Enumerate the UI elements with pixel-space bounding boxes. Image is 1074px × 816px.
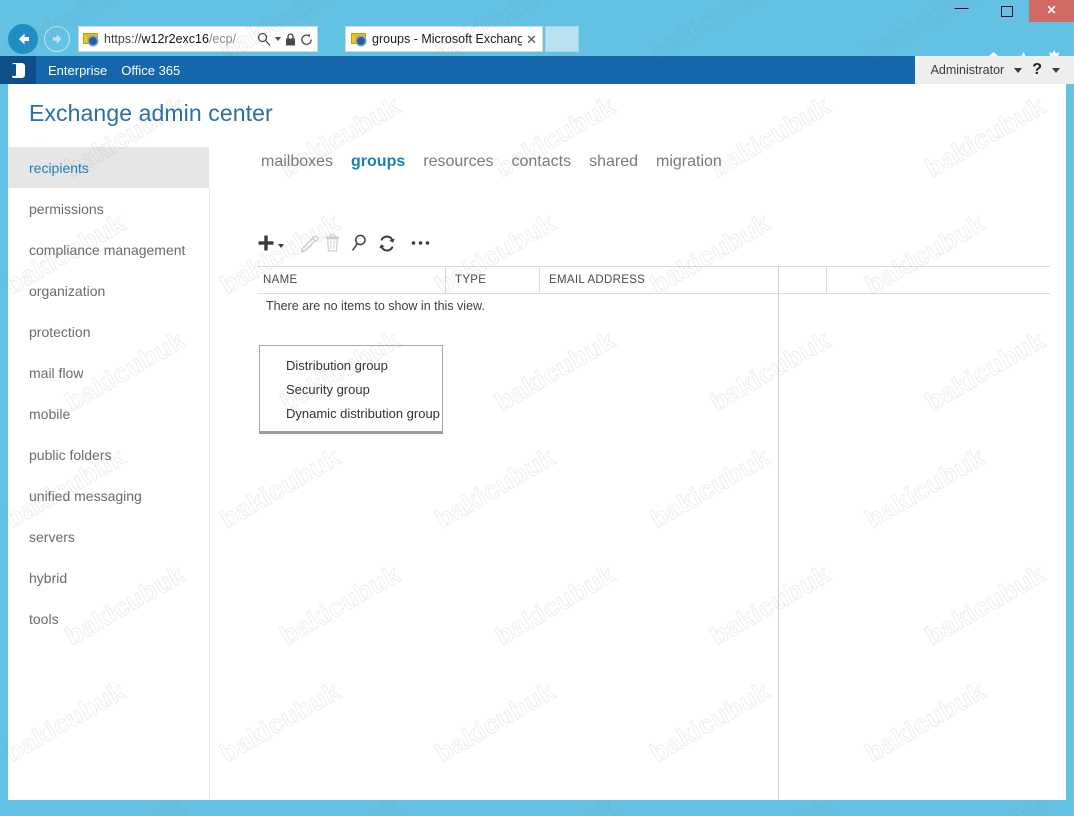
- refresh-button[interactable]: [378, 230, 396, 256]
- sidebar-item-label: unified messaging: [29, 487, 142, 504]
- address-bar[interactable]: https://w12r2exc16/ecp/: [78, 26, 318, 52]
- sidebar-item-protection[interactable]: protection: [8, 311, 209, 352]
- pencil-icon: [300, 235, 319, 253]
- chevron-down-icon[interactable]: [275, 37, 281, 41]
- suite-bar-right: Administrator ?: [914, 56, 1074, 84]
- url-scheme: https://: [104, 32, 142, 46]
- grid-column-header[interactable]: [826, 267, 1066, 293]
- suite-link-enterprise[interactable]: Enterprise: [48, 63, 107, 78]
- sidebar-item-recipients[interactable]: recipients: [8, 147, 209, 188]
- user-chevron-down-icon[interactable]: [1014, 67, 1023, 73]
- sidebar-item-label: mobile: [29, 405, 71, 422]
- recipient-tabs: mailboxes groups resources contacts shared mi…: [261, 153, 722, 171]
- tab-groups[interactable]: groups: [351, 153, 405, 171]
- window-controls: — ✕: [939, 0, 1074, 22]
- sidebar-item-label: tools: [29, 610, 59, 627]
- office365-suite-bar: Enterprise Office 365 Administrator ?: [0, 56, 1074, 84]
- window-title-bar: — ✕: [0, 0, 1074, 22]
- refresh-icon: [379, 234, 395, 252]
- new-tab-button[interactable]: [545, 26, 579, 52]
- help-chevron-down-icon[interactable]: [1052, 67, 1060, 73]
- tab-mailboxes[interactable]: mailboxes: [261, 153, 333, 171]
- sidebar-item-mail-flow[interactable]: mail flow: [8, 352, 209, 393]
- sidebar-item-label: hybrid: [29, 569, 68, 586]
- grid-column-header[interactable]: EMAIL ADDRESS: [539, 267, 826, 293]
- groups-grid: NAME TYPE EMAIL ADDRESS There are no items…: [257, 266, 1050, 313]
- forward-button[interactable]: [44, 26, 70, 52]
- forward-arrow-icon: [52, 34, 61, 44]
- browser-nav-bar: https://w12r2exc16/ecp/ groups - Microso…: [0, 22, 1074, 65]
- grid-column-header[interactable]: NAME: [257, 267, 445, 293]
- grid-column-header[interactable]: TYPE: [445, 267, 539, 293]
- tab-close-icon[interactable]: ✕: [522, 33, 537, 46]
- tab-shared[interactable]: shared: [589, 153, 638, 171]
- new-group-menu: Distribution group Security group Dynamic …: [259, 345, 443, 434]
- new-chevron-down-icon: [278, 244, 284, 248]
- url-host: w12r2exc16: [141, 32, 209, 46]
- menu-item-security-group[interactable]: Security group: [260, 377, 442, 401]
- sidebar-item-organization[interactable]: organization: [8, 270, 209, 311]
- sidebar-item-compliance-management[interactable]: compliance management: [8, 229, 209, 270]
- new-button[interactable]: [257, 230, 284, 256]
- minimize-button[interactable]: —: [939, 0, 984, 22]
- tab-resources[interactable]: resources: [423, 153, 493, 171]
- magnifier-icon: [351, 234, 366, 251]
- help-icon[interactable]: ?: [1032, 62, 1042, 78]
- edit-button[interactable]: [300, 230, 319, 256]
- sidebar-item-unified-messaging[interactable]: unified messaging: [8, 475, 209, 516]
- details-pane-divider: [778, 266, 779, 800]
- office-logo-icon[interactable]: [0, 56, 36, 84]
- sidebar-item-label: organization: [29, 282, 106, 299]
- close-icon: ✕: [1046, 3, 1057, 17]
- back-arrow-icon: [18, 33, 29, 45]
- plus-icon: [258, 235, 274, 251]
- refresh-icon[interactable]: [300, 33, 313, 46]
- search-icon[interactable]: [257, 32, 271, 46]
- ellipsis-icon: [411, 241, 430, 245]
- back-button[interactable]: [8, 24, 38, 54]
- sidebar-item-label: servers: [29, 528, 75, 545]
- suite-link-office365[interactable]: Office 365: [121, 63, 180, 78]
- lock-icon: [286, 32, 295, 45]
- url-path: /ecp/: [208, 32, 237, 46]
- close-button[interactable]: ✕: [1029, 0, 1074, 22]
- sidebar-item-label: recipients: [29, 159, 89, 176]
- search-button[interactable]: [351, 230, 368, 256]
- trash-icon: [326, 234, 339, 252]
- user-menu-label[interactable]: Administrator: [931, 63, 1005, 77]
- browser-tab[interactable]: groups - Microsoft Exchange ✕: [345, 26, 543, 52]
- browser-window: — ✕ https://w12r2exc16/ecp/ groups - Mic…: [0, 0, 1074, 816]
- grid-header-row: NAME TYPE EMAIL ADDRESS: [257, 266, 1050, 294]
- sidebar-item-label: mail flow: [29, 364, 84, 381]
- sidebar-item-permissions[interactable]: permissions: [8, 188, 209, 229]
- grid-toolbar: [257, 230, 437, 256]
- sidebar-item-label: compliance management: [29, 241, 186, 258]
- sidebar-item-mobile[interactable]: mobile: [8, 393, 209, 434]
- sidebar-item-label: protection: [29, 323, 91, 340]
- maximize-icon: [1000, 5, 1013, 17]
- sidebar-item-public-folders[interactable]: public folders: [8, 434, 209, 475]
- delete-button[interactable]: [325, 230, 340, 256]
- address-bar-icons: [257, 32, 313, 46]
- tab-migration[interactable]: migration: [656, 153, 722, 171]
- tab-title: groups - Microsoft Exchange: [372, 32, 523, 46]
- exchange-favicon: [83, 32, 99, 46]
- minimize-icon: —: [954, 0, 969, 15]
- tab-favicon: [351, 32, 367, 46]
- sidebar-item-servers[interactable]: servers: [8, 516, 209, 557]
- sidebar-item-hybrid[interactable]: hybrid: [8, 557, 209, 598]
- sidebar-item-label: permissions: [29, 200, 104, 217]
- menu-item-dynamic-distribution-group[interactable]: Dynamic distribution group: [260, 401, 442, 425]
- maximize-button[interactable]: [984, 0, 1029, 22]
- page-body: Exchange admin center recipients permissi…: [8, 84, 1066, 800]
- grid-empty-message: There are no items to show in this view.: [266, 299, 485, 313]
- sidebar-nav: recipients permissions compliance manageme…: [8, 147, 209, 639]
- content-area: mailboxes groups resources contacts shared mi…: [209, 84, 1066, 800]
- tab-contacts[interactable]: contacts: [512, 153, 572, 171]
- sidebar-item-tools[interactable]: tools: [8, 598, 209, 639]
- sidebar-item-label: public folders: [29, 446, 112, 463]
- menu-item-distribution-group[interactable]: Distribution group: [260, 353, 442, 377]
- more-options-button[interactable]: [411, 230, 431, 256]
- url-text: https://w12r2exc16/ecp/: [104, 32, 257, 46]
